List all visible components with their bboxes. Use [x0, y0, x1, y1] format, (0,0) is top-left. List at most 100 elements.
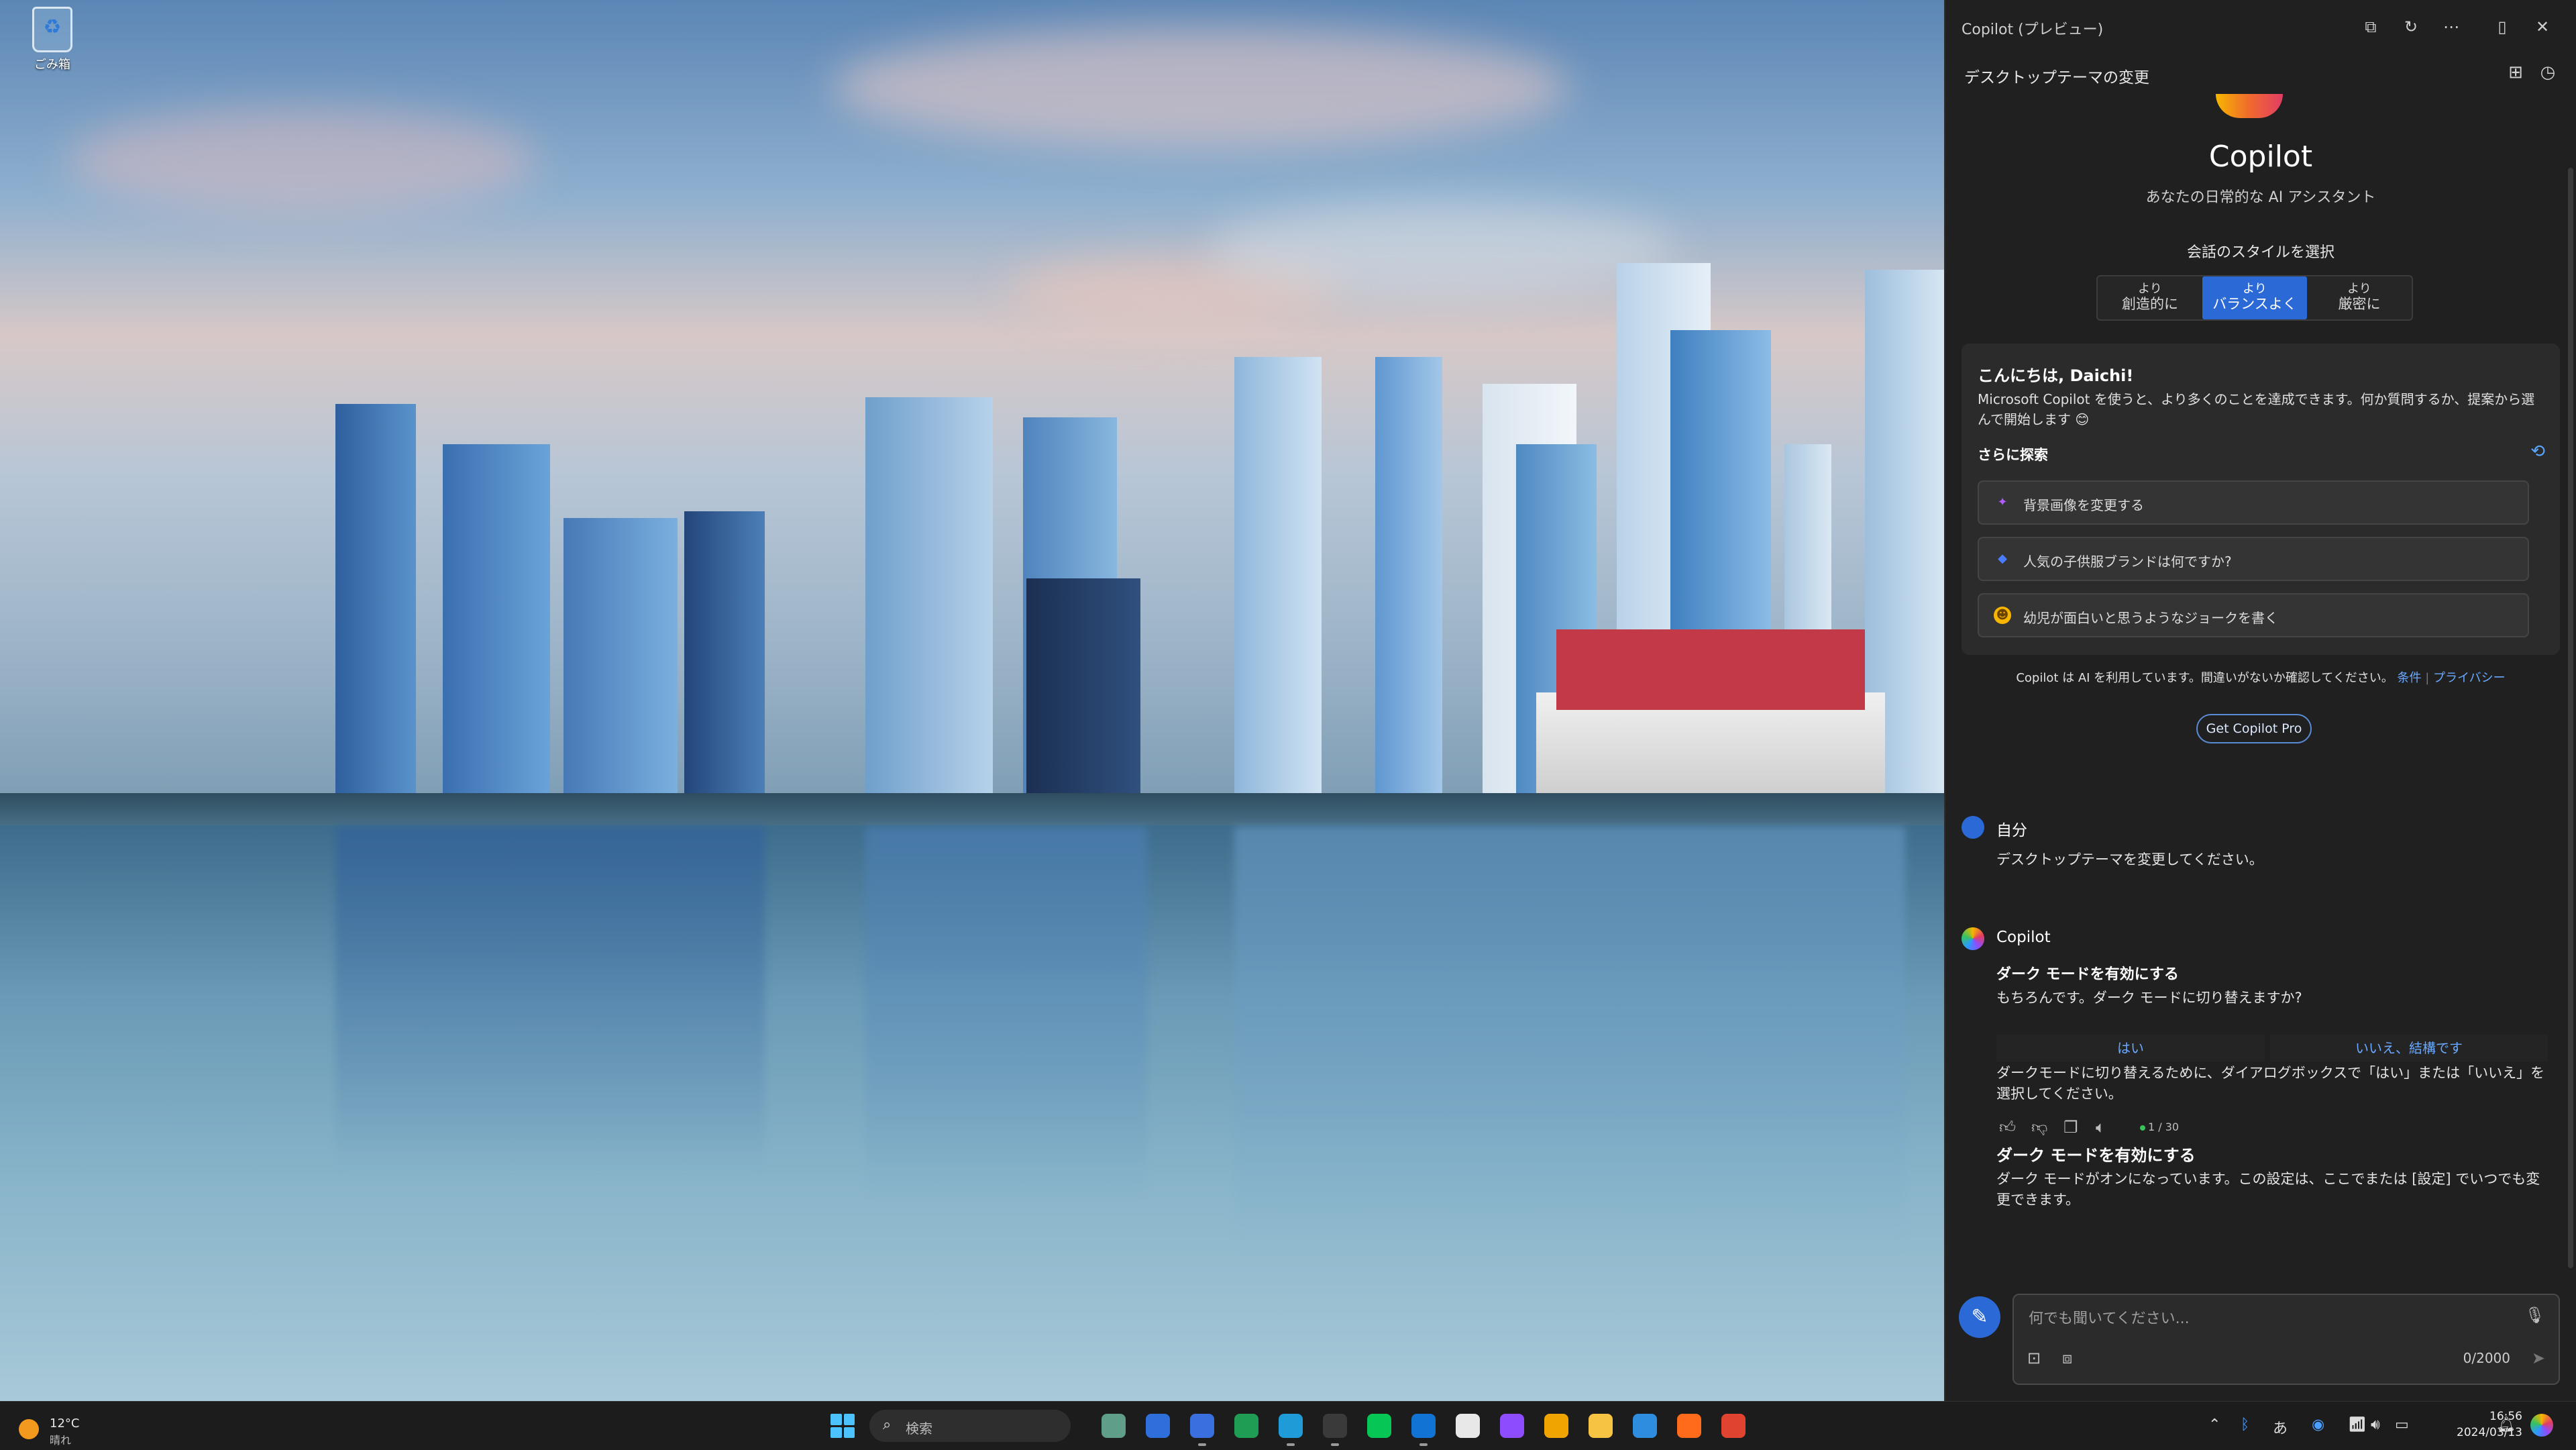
screenshot-icon[interactable]: ⧈ [2062, 1349, 2072, 1367]
get-copilot-pro-button[interactable]: Get Copilot Pro [2196, 714, 2312, 743]
tagline: あなたの日常的な AI アシスタント [2145, 189, 2376, 206]
bluetooth-icon[interactable]: ᛒ [2241, 1416, 2249, 1433]
style-label: 会話のスタイルを選択 [2186, 244, 2334, 261]
style-balanced-button[interactable]: より バランスよく [2202, 276, 2307, 319]
suggestion-chip[interactable]: ✦ 背景画像を変更する [1978, 480, 2529, 525]
docs-app-icon[interactable] [1190, 1414, 1214, 1446]
security-icon[interactable]: ◉ [2312, 1416, 2324, 1433]
turn-counter: 1 / 30 [2140, 1121, 2179, 1133]
files-app-icon[interactable] [1146, 1414, 1170, 1438]
choice-yes-button[interactable]: はい [1996, 1035, 2265, 1061]
copilot-avatar-icon [1962, 927, 1984, 950]
shoreline [0, 793, 1944, 825]
response-text: ダーク モードがオンになっています。この設定は、ここでまたは [設定] でいつで… [1996, 1171, 2540, 1208]
user-avatar [1962, 816, 1984, 839]
line-app-icon[interactable] [1367, 1414, 1391, 1438]
recycle-bin-icon [32, 7, 72, 52]
style-line1: より [2347, 282, 2371, 296]
plugins-icon[interactable]: ⊞ [2502, 59, 2529, 86]
conversation-style-selector: より 創造的に より バランスよく より 厳密に [2096, 275, 2413, 321]
image-upload-icon[interactable]: ⊡ [2027, 1349, 2041, 1367]
suggestion-chip[interactable]: ◆ 人気の子供服ブランドは何ですか? [1978, 537, 2529, 581]
building [865, 397, 993, 793]
status-dot [2140, 1125, 2145, 1131]
sparkle-icon: ✦ [1997, 495, 2008, 509]
more-icon[interactable]: ⋯ [2438, 13, 2465, 40]
slack-app-icon[interactable] [1456, 1414, 1480, 1438]
suggestion-chip[interactable]: ☻ 幼児が面白いと思うようなジョークを書く [1978, 593, 2529, 637]
mail-app-icon[interactable] [1544, 1414, 1568, 1438]
scrollbar[interactable] [2568, 168, 2573, 1268]
refresh-icon[interactable]: ↻ [2398, 13, 2424, 40]
chat-composer: 🎙︎ ⊡ ⧈ 0/2000 ➤ [2012, 1294, 2560, 1385]
start-button[interactable] [830, 1414, 855, 1438]
pill-icon: ◆ [1998, 552, 2007, 566]
explore-heading: さらに探索 [1978, 447, 2048, 463]
volume-icon[interactable]: 🔊︎ [2371, 1416, 2380, 1433]
red-roof [1556, 629, 1865, 710]
desktop-wallpaper: ごみ箱 [0, 0, 1944, 1401]
choice-no-button[interactable]: いいえ、結構です [2270, 1035, 2548, 1061]
close-icon[interactable]: ✕ [2529, 13, 2556, 40]
style-creative-button[interactable]: より 創造的に [2098, 276, 2202, 319]
vscode-app-icon[interactable] [1633, 1414, 1657, 1438]
open-external-icon[interactable]: ⧉ [2357, 13, 2384, 40]
suggestion-text: 人気の子供服ブランドは何ですか? [2023, 554, 2232, 570]
wifi-icon[interactable]: 📶︎ [2348, 1416, 2367, 1433]
chevron-up-icon[interactable]: ⌃ [2208, 1416, 2220, 1433]
sheets-app-icon[interactable] [1234, 1414, 1258, 1438]
building [1026, 578, 1140, 793]
weather-temp: 12°C [50, 1416, 80, 1431]
copilot-name: Copilot [1996, 929, 2051, 946]
sun-icon [19, 1419, 39, 1439]
response-text: もちろんです。ダーク モードに切り替えますか? [1996, 990, 2302, 1006]
microphone-icon[interactable]: 🎙︎ [2525, 1306, 2545, 1325]
edge-app-icon[interactable] [1279, 1414, 1303, 1446]
ime-indicator[interactable]: あ [2273, 1416, 2288, 1438]
terminal-app-icon[interactable] [1323, 1414, 1347, 1446]
chat-input[interactable] [2027, 1306, 2500, 1331]
terms-link[interactable]: 条件 [2398, 671, 2422, 685]
new-chat-icon: ✎ [1971, 1305, 1988, 1329]
response-heading: ダーク モードを有効にする [1996, 1146, 2196, 1165]
weather-desc: 晴れ [50, 1434, 72, 1447]
history-icon[interactable]: ◷ [2534, 59, 2561, 86]
reflection [335, 827, 765, 1176]
messenger-app-icon[interactable] [1500, 1414, 1524, 1438]
battery-icon[interactable]: ▭ [2395, 1416, 2409, 1433]
conversation-title: デスクトップテーマの変更 [1964, 69, 2149, 87]
thumbs-down-icon[interactable]: 👎︎ [2031, 1118, 2047, 1137]
dock-icon[interactable]: ▯ [2489, 13, 2516, 40]
outlook-app-icon[interactable] [1411, 1414, 1436, 1446]
separator: | [2425, 671, 2430, 685]
smile-icon: ☻ [1994, 607, 2011, 624]
notification-bell-icon[interactable]: 🔔︎ [2497, 1416, 2516, 1433]
building [1375, 357, 1442, 793]
privacy-link[interactable]: プライバシー [2433, 671, 2506, 685]
thumbs-up-icon[interactable]: 👍︎ [1999, 1118, 2016, 1137]
windows-logo-icon [830, 1414, 842, 1425]
suggestion-text: 背景画像を変更する [2023, 497, 2144, 513]
speaker-icon[interactable]: 🔈︎ [2096, 1118, 2105, 1137]
greeting: こんにちは, Daichi! [1978, 366, 2134, 385]
explorer-app-icon[interactable] [1589, 1414, 1613, 1438]
new-topic-button[interactable]: ✎ [1959, 1296, 2000, 1338]
send-icon[interactable]: ➤ [2532, 1349, 2545, 1367]
recycle-bin-label: ごみ箱 [34, 58, 70, 72]
window-title: Copilot (プレビュー) [1962, 21, 2104, 38]
style-line1: より [2138, 282, 2162, 296]
chrome-app-icon[interactable] [1721, 1414, 1746, 1438]
firefox-app-icon[interactable] [1677, 1414, 1701, 1438]
response-heading: ダーク モードを有効にする [1996, 966, 2179, 983]
recycle-bin-shortcut[interactable]: ごみ箱 [25, 7, 79, 72]
copilot-taskbar-icon[interactable] [2530, 1414, 2553, 1437]
intro-text: Microsoft Copilot を使うと、より多くのことを達成できます。何か… [1978, 391, 2535, 427]
chatgpt-app-icon[interactable] [1102, 1414, 1126, 1438]
refresh-suggestions-icon[interactable]: ⟲ [2530, 442, 2545, 462]
style-precise-button[interactable]: より 厳密に [2307, 276, 2412, 319]
taskbar-search[interactable]: ⌕ 検索 [869, 1410, 1071, 1442]
copy-icon[interactable]: ❐ [2063, 1118, 2078, 1137]
turn-counter-text: 1 / 30 [2148, 1121, 2180, 1133]
reflection [1234, 827, 1905, 1256]
reflection [865, 827, 1147, 1202]
